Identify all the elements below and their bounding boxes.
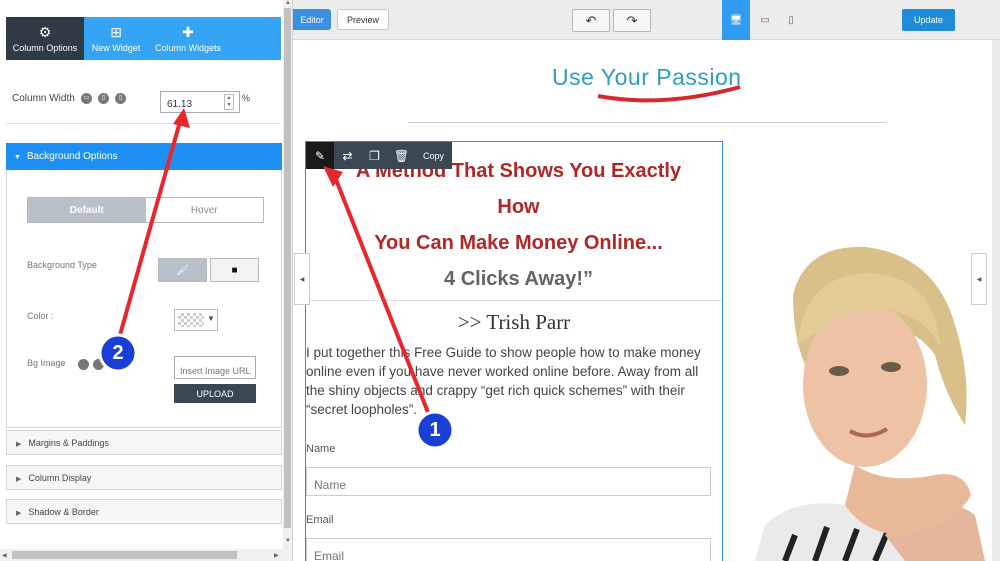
bg-image-label: Bg Image [27, 358, 66, 368]
mobile-icon: ▯ [788, 14, 794, 26]
section-title: Background Options [26, 151, 118, 162]
spinner-arrows-icon[interactable]: ▲ ▼ [224, 94, 234, 110]
column-width-row: Column Width ▭ ▯ ▯ ▲▼ % [12, 91, 282, 115]
panel-horizontal-scrollbar[interactable]: ◀ ▶ [0, 549, 283, 561]
undo-button[interactable]: ↶ [572, 9, 610, 32]
image-url-input[interactable] [174, 356, 256, 379]
edit-button[interactable]: ✎ [306, 142, 334, 169]
mobile-view-button[interactable]: ▯ [777, 0, 805, 40]
panel-vertical-scrollbar[interactable]: ▲ ▼ [283, 0, 292, 561]
bg-type-color-button[interactable]: 🖌 [158, 258, 207, 282]
move-button[interactable]: ⇄ [334, 142, 361, 169]
transparent-swatch [178, 313, 204, 327]
email-input[interactable] [306, 538, 711, 561]
plus-square-icon: ⊞ [110, 23, 122, 40]
desktop-icon: 🖥 [729, 14, 743, 26]
caret-down-icon: ▼ [14, 154, 21, 161]
state-toggle: Default Hover [27, 197, 264, 223]
background-options-header[interactable]: ▼ Background Options [6, 143, 282, 170]
caret-left-icon: ◀ [299, 276, 305, 283]
caret-right-icon: ▶ [16, 476, 22, 483]
bg-type-image-button[interactable]: ■ [210, 258, 259, 282]
logo-swoosh-icon [597, 85, 741, 103]
content-divider [306, 300, 722, 301]
shadow-border-section[interactable]: ▶ Shadow & Border [6, 499, 282, 524]
margins-paddings-section[interactable]: ▶ Margins & Paddings [6, 430, 282, 455]
redo-icon: ↷ [626, 12, 638, 28]
column-width-label: Column Width [12, 93, 75, 104]
desktop-icon[interactable] [78, 359, 89, 370]
tab-label: Column Widgets [154, 42, 222, 53]
portrait-photo [755, 246, 985, 561]
preview-mode-button[interactable]: Preview [337, 9, 389, 30]
hover-state-button[interactable]: Hover [145, 198, 263, 222]
gears-icon: ⚙ [38, 23, 52, 40]
headline[interactable]: A Method That Shows You Exactly How You … [316, 153, 721, 297]
tablet-view-button[interactable]: ▭ [751, 0, 779, 40]
collapse-panel-toggle[interactable]: ◀ [294, 253, 310, 305]
column-width-unit: % [242, 93, 251, 103]
default-state-button[interactable]: Default [28, 198, 146, 222]
tab-label: New Widget [91, 42, 141, 53]
paintbrush-icon: 🖌 [176, 264, 189, 276]
header-divider [408, 122, 886, 123]
scroll-right-icon[interactable]: ▶ [274, 552, 279, 559]
scrollbar-thumb[interactable] [284, 8, 291, 528]
name-input[interactable] [306, 467, 711, 496]
trash-icon: 🗑 [393, 148, 410, 163]
section-title: Column Display [28, 473, 92, 483]
name-label: Name [306, 443, 336, 455]
chevron-down-icon: ▼ [207, 314, 215, 323]
scroll-up-icon[interactable]: ▲ [285, 0, 291, 6]
color-picker[interactable]: ▼ [174, 309, 218, 331]
tab-new-widget[interactable]: ⊞ New Widget [84, 17, 148, 60]
column-toolbar: ✎ ⇄ ❐ 🗑 Copy [306, 142, 452, 169]
undo-icon: ↶ [585, 12, 597, 28]
update-button[interactable]: Update [902, 9, 955, 31]
copy-icon: ❐ [369, 148, 380, 163]
caret-right-icon: ▶ [16, 441, 22, 448]
copy-button[interactable]: Copy [415, 142, 452, 169]
author-name[interactable]: >> Trish Parr [306, 310, 722, 335]
intro-text[interactable]: I put together this Free Guide to show p… [306, 343, 716, 419]
duplicate-button[interactable]: ❐ [361, 142, 388, 169]
headline-line: 4 Clicks Away!” [444, 268, 593, 290]
caret-right-icon: ▶ [16, 510, 22, 517]
background-type-label: Background Type [27, 260, 97, 270]
color-label: Color : [27, 311, 54, 321]
tablet-icon[interactable]: ▯ [98, 93, 109, 104]
tablet-icon: ▭ [760, 14, 770, 26]
email-label: Email [306, 514, 334, 526]
headline-line: You Can Make Money Online... [374, 232, 663, 254]
column-display-section[interactable]: ▶ Column Display [6, 465, 282, 490]
mobile-icon[interactable]: ▯ [115, 93, 126, 104]
scrollbar-thumb[interactable] [12, 551, 237, 559]
panel-tabs: ⚙ Column Options ⊞ New Widget ✚ Column W… [6, 17, 281, 60]
options-panel: ⚙ Column Options ⊞ New Widget ✚ Column W… [0, 0, 293, 561]
scroll-down-icon[interactable]: ▼ [285, 538, 291, 544]
square-icon: ■ [231, 264, 238, 276]
tab-label: Column Options [12, 42, 78, 53]
tab-column-widgets[interactable]: ✚ Column Widgets [148, 17, 228, 60]
pencil-icon: ✎ [314, 148, 326, 163]
swap-icon: ⇄ [342, 148, 353, 163]
section-title: Shadow & Border [28, 507, 99, 517]
desktop-view-button[interactable]: 🖥 [722, 0, 750, 40]
annotation-marker-1: 1 [429, 419, 441, 441]
section-title: Margins & Paddings [28, 438, 109, 448]
upload-button[interactable]: UPLOAD [174, 384, 256, 403]
puzzle-icon: ✚ [182, 23, 194, 40]
annotation-marker-2: 2 [112, 342, 124, 364]
divider [6, 123, 281, 124]
delete-button[interactable]: 🗑 [388, 142, 415, 169]
redo-button[interactable]: ↷ [613, 9, 651, 32]
headline-line: How [497, 196, 540, 218]
editor-mode-button[interactable]: Editor [293, 9, 331, 30]
tab-column-options[interactable]: ⚙ Column Options [6, 17, 84, 60]
scroll-left-icon[interactable]: ◀ [2, 552, 7, 559]
desktop-icon[interactable]: ▭ [81, 93, 92, 104]
